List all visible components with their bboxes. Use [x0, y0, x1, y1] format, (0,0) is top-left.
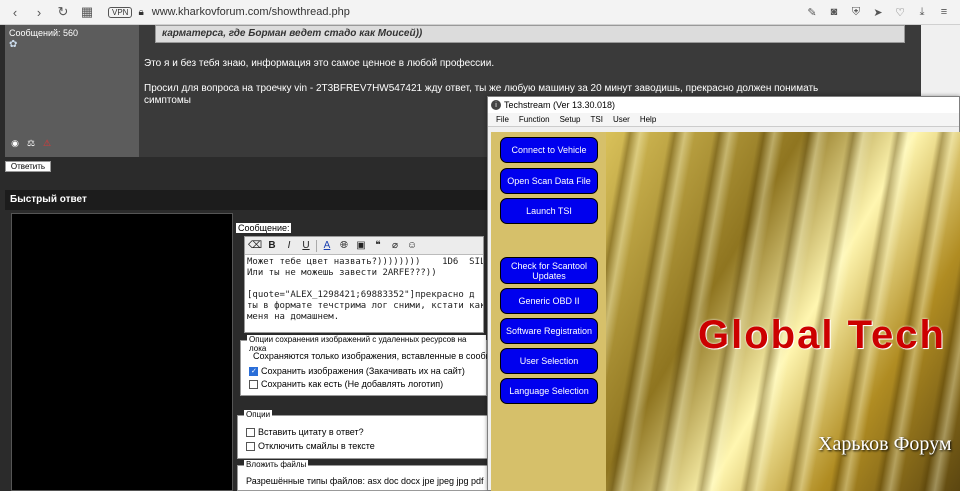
user-posts-count: Сообщений: 560: [9, 28, 79, 38]
back-icon[interactable]: ‹: [6, 3, 24, 21]
image-icon[interactable]: ▣: [354, 239, 368, 253]
techstream-app-icon: i: [491, 100, 501, 110]
menu-setup[interactable]: Setup: [560, 115, 581, 124]
download-icon[interactable]: ⤓: [914, 4, 930, 20]
smiley-icon[interactable]: ☺: [405, 239, 419, 253]
heart-icon[interactable]: ♡: [892, 4, 908, 20]
send-icon[interactable]: ➤: [870, 4, 886, 20]
save-as-is-option[interactable]: Сохранить как есть (Не добавлять логотип…: [249, 379, 443, 389]
underline-button[interactable]: U: [299, 239, 313, 253]
disable-smilies-option[interactable]: Отключить смайлы в тексте: [246, 441, 375, 451]
save-images-option[interactable]: Сохранить изображения (Закачивать их на …: [249, 366, 465, 376]
post-text-line-1: Это я и без тебя знаю, информация это са…: [144, 58, 495, 69]
post-text-line-2: Просил для вопроса на троечку vin - 2T3B…: [144, 83, 819, 94]
software-registration-button[interactable]: Software Registration: [500, 318, 598, 344]
attach-files-fieldset: Вложить файлы Разрешённые типы файлов: a…: [237, 460, 489, 491]
browser-actions: ✎ ◙ ⛨ ➤ ♡ ⤓ ≡: [804, 4, 952, 20]
menu-user[interactable]: User: [613, 115, 630, 124]
generic-obd-button[interactable]: Generic OBD II: [500, 288, 598, 314]
font-color-button[interactable]: A: [320, 239, 334, 253]
splash-title: Global Tech: [698, 313, 946, 357]
image-options-fieldset: Опции сохранения изображений с удаленных…: [240, 335, 493, 396]
save-as-is-label: Сохранить как есть (Не добавлять логотип…: [261, 379, 444, 389]
camera-icon[interactable]: ◙: [826, 4, 842, 20]
techstream-titlebar[interactable]: i Techstream (Ver 13.30.018): [488, 97, 959, 113]
launch-tsi-button[interactable]: Launch TSI: [500, 198, 598, 224]
message-textarea[interactable]: Может тебе цвет назвать?)))))))) 1D6 SIL…: [245, 255, 483, 333]
online-status-icon[interactable]: ◉: [9, 137, 21, 149]
post-text-line-3: симптомы: [144, 95, 191, 106]
insert-quote-label: Вставить цитату в ответ?: [258, 427, 364, 437]
message-editor: ⌫ B I U A 🌐︎ ▣ ❝ ⌀ ☺ Может тебе цвет наз…: [244, 236, 484, 333]
quick-reply-side-panel: [11, 213, 233, 491]
quote-block: карматерса, где Борман ведет стадо как М…: [155, 25, 905, 43]
italic-button[interactable]: I: [282, 239, 296, 253]
save-as-is-checkbox[interactable]: [249, 379, 258, 389]
vpn-badge[interactable]: VPN: [108, 6, 133, 18]
forward-icon[interactable]: ›: [30, 3, 48, 21]
tabs-grid-icon[interactable]: ▦: [78, 3, 96, 21]
save-images-label: Сохранить изображения (Закачивать их на …: [261, 366, 465, 376]
language-selection-button[interactable]: Language Selection: [500, 378, 598, 404]
toolbar-divider: [316, 239, 317, 252]
options-legend: Опции: [244, 410, 273, 419]
reply-button[interactable]: Ответить: [5, 161, 51, 172]
attach-files-legend: Вложить файлы: [244, 460, 309, 469]
quote-icon[interactable]: ❝: [371, 239, 385, 253]
shield-icon[interactable]: ⛨: [848, 4, 864, 20]
bold-button[interactable]: B: [265, 239, 279, 253]
link-icon[interactable]: 🌐︎: [337, 239, 351, 253]
browser-toolbar: ‹ › ↻ ▦ VPN 🔒︎ www.kharkovforum.com/show…: [0, 0, 960, 25]
image-options-note: Сохраняются только изображения, вставлен…: [253, 351, 494, 361]
disable-smilies-checkbox[interactable]: [246, 441, 255, 451]
forum-watermark: Харьков Форум: [818, 433, 952, 455]
edit-icon[interactable]: ✎: [804, 4, 820, 20]
allowed-file-types: Разрешённые типы файлов: asx doc docx jp…: [246, 476, 484, 486]
reputation-icon: ✿: [9, 39, 18, 50]
editor-toolbar: ⌫ B I U A 🌐︎ ▣ ❝ ⌀ ☺: [245, 237, 483, 255]
check-updates-button[interactable]: Check for Scantool Updates: [500, 257, 598, 284]
reload-icon[interactable]: ↻: [54, 3, 72, 21]
open-scan-data-button[interactable]: Open Scan Data File: [500, 168, 598, 194]
insert-quote-checkbox[interactable]: [246, 427, 255, 437]
menu-help[interactable]: Help: [640, 115, 656, 124]
clear-format-icon[interactable]: ⌫: [248, 239, 262, 253]
address-bar[interactable]: www.kharkovforum.com/showthread.php: [152, 6, 350, 18]
menu-function[interactable]: Function: [519, 115, 550, 124]
menu-icon[interactable]: ≡: [936, 4, 952, 20]
report-icon[interactable]: ⚠: [41, 137, 53, 149]
disable-smilies-label: Отключить смайлы в тексте: [258, 441, 375, 451]
techstream-title: Techstream (Ver 13.30.018): [504, 100, 616, 110]
lock-icon[interactable]: 🔒︎: [138, 7, 143, 18]
options-fieldset: Опции Вставить цитату в ответ? Отключить…: [237, 410, 489, 459]
menu-tsi[interactable]: TSI: [590, 115, 602, 124]
attach-icon[interactable]: ⌀: [388, 239, 402, 253]
reputation-scale-icon[interactable]: ⚖: [25, 137, 37, 149]
techstream-button-panel: Connect to Vehicle Open Scan Data File L…: [491, 132, 606, 491]
menu-file[interactable]: File: [496, 115, 509, 124]
connect-to-vehicle-button[interactable]: Connect to Vehicle: [500, 137, 598, 163]
user-action-icons: ◉ ⚖ ⚠: [9, 137, 53, 149]
insert-quote-option[interactable]: Вставить цитату в ответ?: [246, 427, 364, 437]
user-info-panel: Сообщений: 560 ✿ ◉ ⚖ ⚠: [5, 25, 139, 157]
message-label: Сообщение:: [236, 223, 292, 233]
user-selection-button[interactable]: User Selection: [500, 348, 598, 374]
save-images-checkbox[interactable]: [249, 366, 258, 376]
techstream-menubar: File Function Setup TSI User Help: [488, 113, 959, 127]
techstream-window: i Techstream (Ver 13.30.018) File Functi…: [487, 96, 960, 491]
